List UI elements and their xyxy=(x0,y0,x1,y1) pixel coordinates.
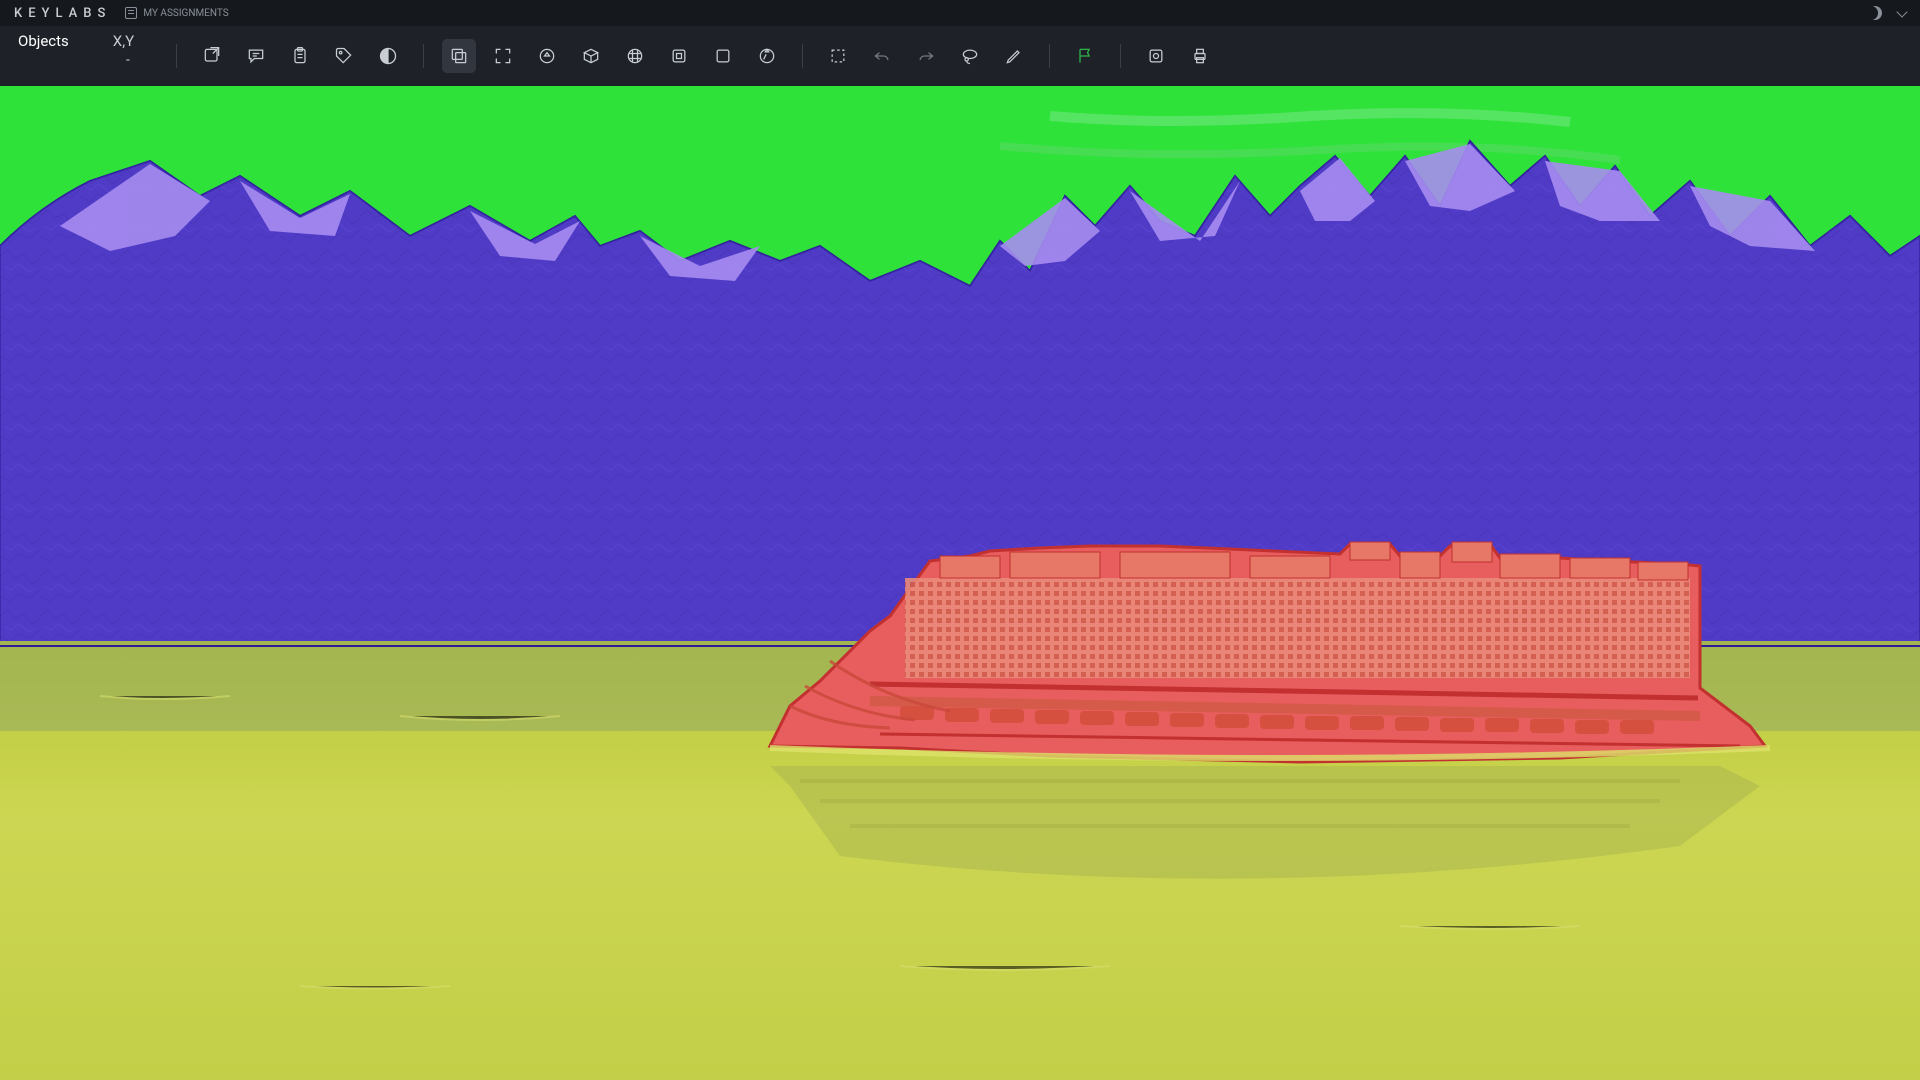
mesh-button[interactable] xyxy=(618,39,652,73)
separator xyxy=(423,44,424,68)
object-icon xyxy=(669,46,689,66)
separator xyxy=(1049,44,1050,68)
toolbar xyxy=(160,26,1217,86)
tag-button[interactable] xyxy=(327,39,361,73)
undo-button[interactable] xyxy=(865,39,899,73)
print-icon xyxy=(1190,46,1210,66)
comment-icon xyxy=(246,46,266,66)
target-icon xyxy=(537,46,557,66)
chevron-down-icon xyxy=(1896,6,1907,17)
tab-objects[interactable]: Objects xyxy=(18,32,69,50)
list-icon xyxy=(125,7,137,19)
contrast-icon xyxy=(378,46,398,66)
user-menu-dropdown[interactable] xyxy=(1898,11,1906,16)
assignments-label: MY ASSIGNMENTS xyxy=(143,8,228,19)
mask-icon xyxy=(1146,46,1166,66)
bounds-icon xyxy=(713,46,733,66)
pencil-icon xyxy=(1004,46,1024,66)
tab-xy[interactable]: X,Y xyxy=(113,32,134,50)
redo-button[interactable] xyxy=(909,39,943,73)
pencil-button[interactable] xyxy=(997,39,1031,73)
left-tabs: Objects X,Y - xyxy=(0,26,160,86)
undo-icon xyxy=(872,46,892,66)
lasso-button[interactable] xyxy=(953,39,987,73)
clipboard-button[interactable] xyxy=(283,39,317,73)
contrast-button[interactable] xyxy=(371,39,405,73)
mesh-icon xyxy=(625,46,645,66)
export-button[interactable] xyxy=(195,39,229,73)
annotation-canvas[interactable] xyxy=(0,86,1920,1080)
lasso-icon xyxy=(960,46,980,66)
rotate-icon xyxy=(757,46,777,66)
segment-ship[interactable] xyxy=(770,542,1765,762)
grid3d-button[interactable] xyxy=(574,39,608,73)
layers-button[interactable] xyxy=(442,39,476,73)
redo-icon xyxy=(916,46,936,66)
separator xyxy=(176,44,177,68)
object-button[interactable] xyxy=(662,39,696,73)
bounds-button[interactable] xyxy=(706,39,740,73)
target-button[interactable] xyxy=(530,39,564,73)
export-icon xyxy=(202,46,222,66)
grid3d-icon xyxy=(581,46,601,66)
rotate-button[interactable] xyxy=(750,39,784,73)
flag-button[interactable] xyxy=(1068,39,1102,73)
clipboard-icon xyxy=(290,46,310,66)
tag-icon xyxy=(334,46,354,66)
fit-button[interactable] xyxy=(486,39,520,73)
canvas-svg xyxy=(0,86,1920,1080)
comment-button[interactable] xyxy=(239,39,273,73)
mask-button[interactable] xyxy=(1139,39,1173,73)
fit-icon xyxy=(493,46,513,66)
flag-icon xyxy=(1075,46,1095,66)
select-icon xyxy=(828,46,848,66)
separator xyxy=(1120,44,1121,68)
separator xyxy=(802,44,803,68)
print-button[interactable] xyxy=(1183,39,1217,73)
app-logo: KEYLABS xyxy=(14,6,111,21)
my-assignments-link[interactable]: MY ASSIGNMENTS xyxy=(125,7,228,19)
select-button[interactable] xyxy=(821,39,855,73)
coords-readout: - xyxy=(18,52,142,68)
toolbar-row: Objects X,Y - xyxy=(0,26,1920,86)
layers-icon xyxy=(449,46,469,66)
top-bar: KEYLABS MY ASSIGNMENTS xyxy=(0,0,1920,26)
theme-toggle-icon[interactable] xyxy=(1868,6,1882,20)
